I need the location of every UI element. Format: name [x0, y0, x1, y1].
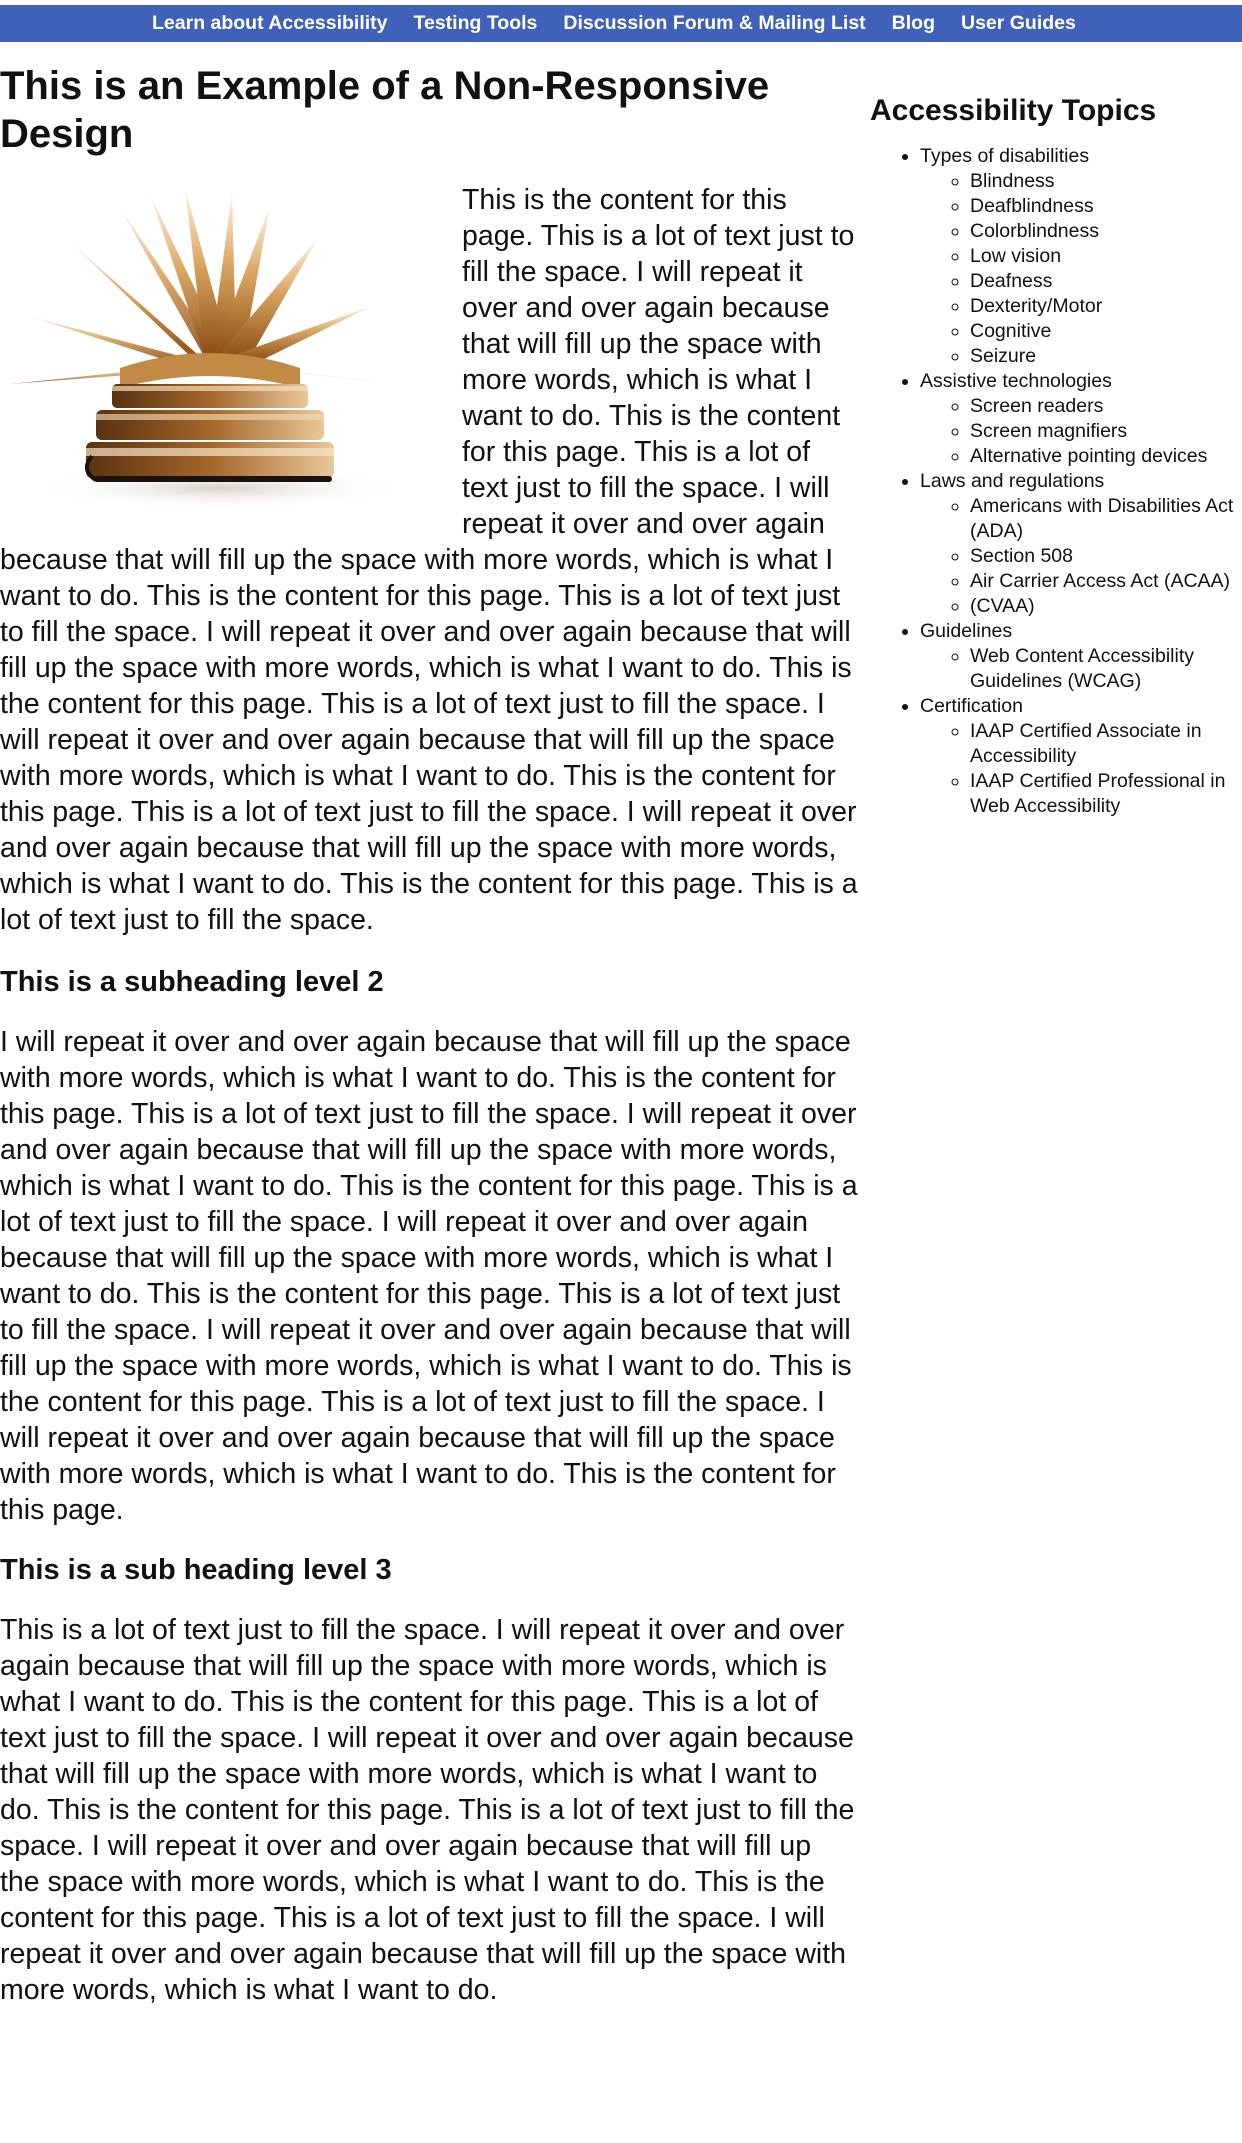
topic-sublist: Blindness Deafblindness Colorblindness L…	[920, 169, 1242, 369]
topic-sublist: IAAP Certified Associate in Accessibilit…	[920, 719, 1242, 819]
topic-group-guidelines: Guidelines Web Content Accessibility Gui…	[920, 619, 1242, 694]
topic-item: Air Carrier Access Act (ACAA)	[970, 569, 1242, 594]
book-stack-image	[0, 188, 440, 518]
topic-sublist: Web Content Accessibility Guidelines (WC…	[920, 644, 1242, 694]
topic-sublist: Americans with Disabilities Act (ADA) Se…	[920, 494, 1242, 619]
topic-item: Seizure	[970, 344, 1242, 369]
topic-group-types-of-disabilities: Types of disabilities Blindness Deafblin…	[920, 144, 1242, 369]
nav-link-learn-about-accessibility[interactable]: Learn about Accessibility	[152, 12, 388, 34]
subheading-level-2: This is a subheading level 2	[0, 966, 384, 998]
topic-item: Deafness	[970, 269, 1242, 294]
topic-item: Colorblindness	[970, 219, 1242, 244]
topic-item: Blindness	[970, 169, 1242, 194]
top-nav-item: Discussion Forum & Mailing List	[563, 12, 865, 35]
main-content: This is an Example of a Non-Responsive D…	[0, 62, 858, 2008]
accessibility-topics-sidebar: Accessibility Topics Types of disabiliti…	[870, 66, 1242, 819]
topic-item: IAAP Certified Associate in Accessibilit…	[970, 719, 1242, 769]
sidebar-title: Accessibility Topics	[870, 94, 1157, 127]
top-nav-item: Learn about Accessibility	[152, 12, 388, 35]
topic-group-label: Types of disabilities	[920, 145, 1090, 167]
nav-link-discussion-forum[interactable]: Discussion Forum & Mailing List	[563, 12, 865, 34]
top-nav-item: Testing Tools	[414, 12, 538, 35]
topic-item: Screen magnifiers	[970, 419, 1242, 444]
paragraph-level-3: This is a lot of text just to fill the s…	[0, 1614, 855, 2006]
topic-item: Alternative pointing devices	[970, 444, 1242, 469]
topic-item: (CVAA)	[970, 594, 1242, 619]
topic-item: Web Content Accessibility Guidelines (WC…	[970, 644, 1242, 694]
topic-item: Low vision	[970, 244, 1242, 269]
open-book-illustration	[10, 188, 410, 510]
top-navigation-bar: Learn about Accessibility Testing Tools …	[0, 5, 1242, 42]
page-title: This is an Example of a Non-Responsive D…	[0, 64, 770, 156]
topic-item: Cognitive	[970, 319, 1242, 344]
topic-item: Section 508	[970, 544, 1242, 569]
subheading-level-3: This is a sub heading level 3	[0, 1554, 392, 1586]
top-nav-item: Blog	[892, 12, 935, 35]
topic-sublist: Screen readers Screen magnifiers Alterna…	[920, 394, 1242, 469]
topic-group-assistive-technologies: Assistive technologies Screen readers Sc…	[920, 369, 1242, 469]
topic-group-certification: Certification IAAP Certified Associate i…	[920, 694, 1242, 819]
topic-group-label: Guidelines	[920, 620, 1013, 642]
topic-group-label: Laws and regulations	[920, 470, 1105, 492]
topic-group-label: Certification	[920, 695, 1023, 717]
top-nav-item: User Guides	[961, 12, 1076, 35]
topic-item: IAAP Certified Professional in Web Acces…	[970, 769, 1242, 819]
paragraph-level-2: I will repeat it over and over again bec…	[0, 1026, 858, 1526]
topic-item: Dexterity/Motor	[970, 294, 1242, 319]
nav-link-blog[interactable]: Blog	[892, 12, 935, 34]
nav-link-testing-tools[interactable]: Testing Tools	[414, 12, 538, 34]
nav-link-user-guides[interactable]: User Guides	[961, 12, 1076, 34]
topic-item: Screen readers	[970, 394, 1242, 419]
top-nav-list: Learn about Accessibility Testing Tools …	[0, 5, 1242, 42]
topic-group-laws-and-regulations: Laws and regulations Americans with Disa…	[920, 469, 1242, 619]
topic-group-label: Assistive technologies	[920, 370, 1112, 392]
topics-list: Types of disabilities Blindness Deafblin…	[870, 144, 1242, 819]
topic-item: Americans with Disabilities Act (ADA)	[970, 494, 1242, 544]
topic-item: Deafblindness	[970, 194, 1242, 219]
